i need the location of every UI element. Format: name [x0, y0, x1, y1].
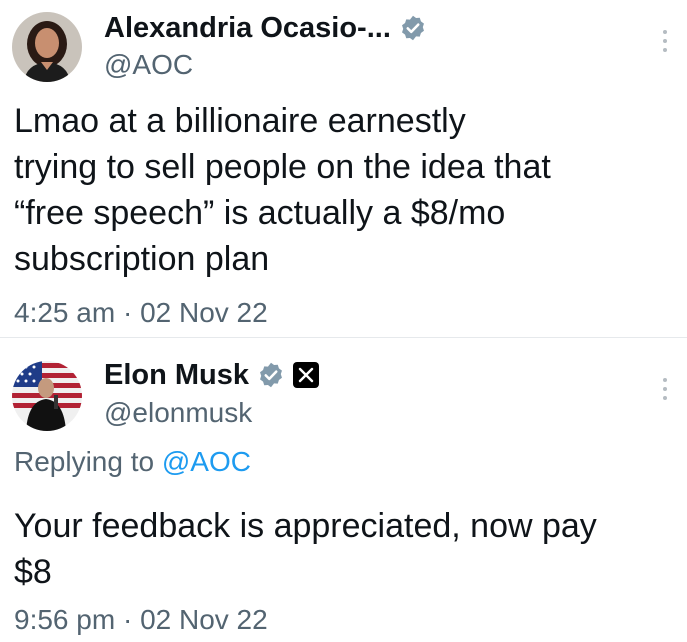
verified-badge-icon [257, 361, 285, 389]
display-name[interactable]: Elon Musk [104, 357, 249, 393]
avatar[interactable] [12, 12, 82, 82]
mention-link[interactable]: @AOC [162, 446, 251, 477]
x-logo-icon [293, 362, 320, 388]
replying-to: Replying to @AOC [14, 444, 251, 480]
tweet-time: 4:25 am [14, 297, 116, 328]
replying-prefix: Replying to [14, 446, 155, 477]
tweet-date: 02 Nov 22 [140, 297, 268, 328]
user-handle[interactable]: @AOC [104, 48, 193, 82]
tweet-text-line: “free speech” is actually a $8/mo [14, 194, 506, 232]
tweet-time: 9:56 pm [14, 604, 116, 635]
dot-separator: · [122, 297, 133, 328]
tweet-timestamp[interactable]: 4:25 am · 02 Nov 22 [14, 296, 268, 330]
display-name[interactable]: Alexandria Ocasio-... [104, 10, 391, 46]
dot-separator: · [122, 604, 133, 635]
tweet-text-line: $8 [14, 553, 52, 591]
tweet-aoc[interactable]: Alexandria Ocasio-... @AOC Lmao at a bil… [0, 0, 687, 337]
verified-badge-icon [399, 14, 427, 42]
more-options-icon[interactable] [663, 378, 669, 400]
tweet-text-line: subscription plan [14, 240, 270, 278]
tweet-text-line: trying to sell people on the idea that [14, 148, 551, 186]
tweet-elon[interactable]: Elon Musk @elonmusk Replying to @AOC You… [0, 338, 687, 642]
user-handle[interactable]: @elonmusk [104, 396, 252, 430]
tweet-timestamp[interactable]: 9:56 pm · 02 Nov 22 [14, 603, 268, 637]
avatar[interactable] [12, 361, 82, 431]
more-options-icon[interactable] [663, 30, 669, 52]
tweet-text: Your feedback is appreciated, now pay $8 [14, 503, 654, 595]
tweet-date: 02 Nov 22 [140, 604, 268, 635]
tweet-text: Lmao at a billionaire earnestly trying t… [14, 98, 654, 282]
tweet-text-line: Lmao at a billionaire earnestly [14, 102, 466, 140]
tweet-text-line: Your feedback is appreciated, now pay [14, 507, 597, 545]
